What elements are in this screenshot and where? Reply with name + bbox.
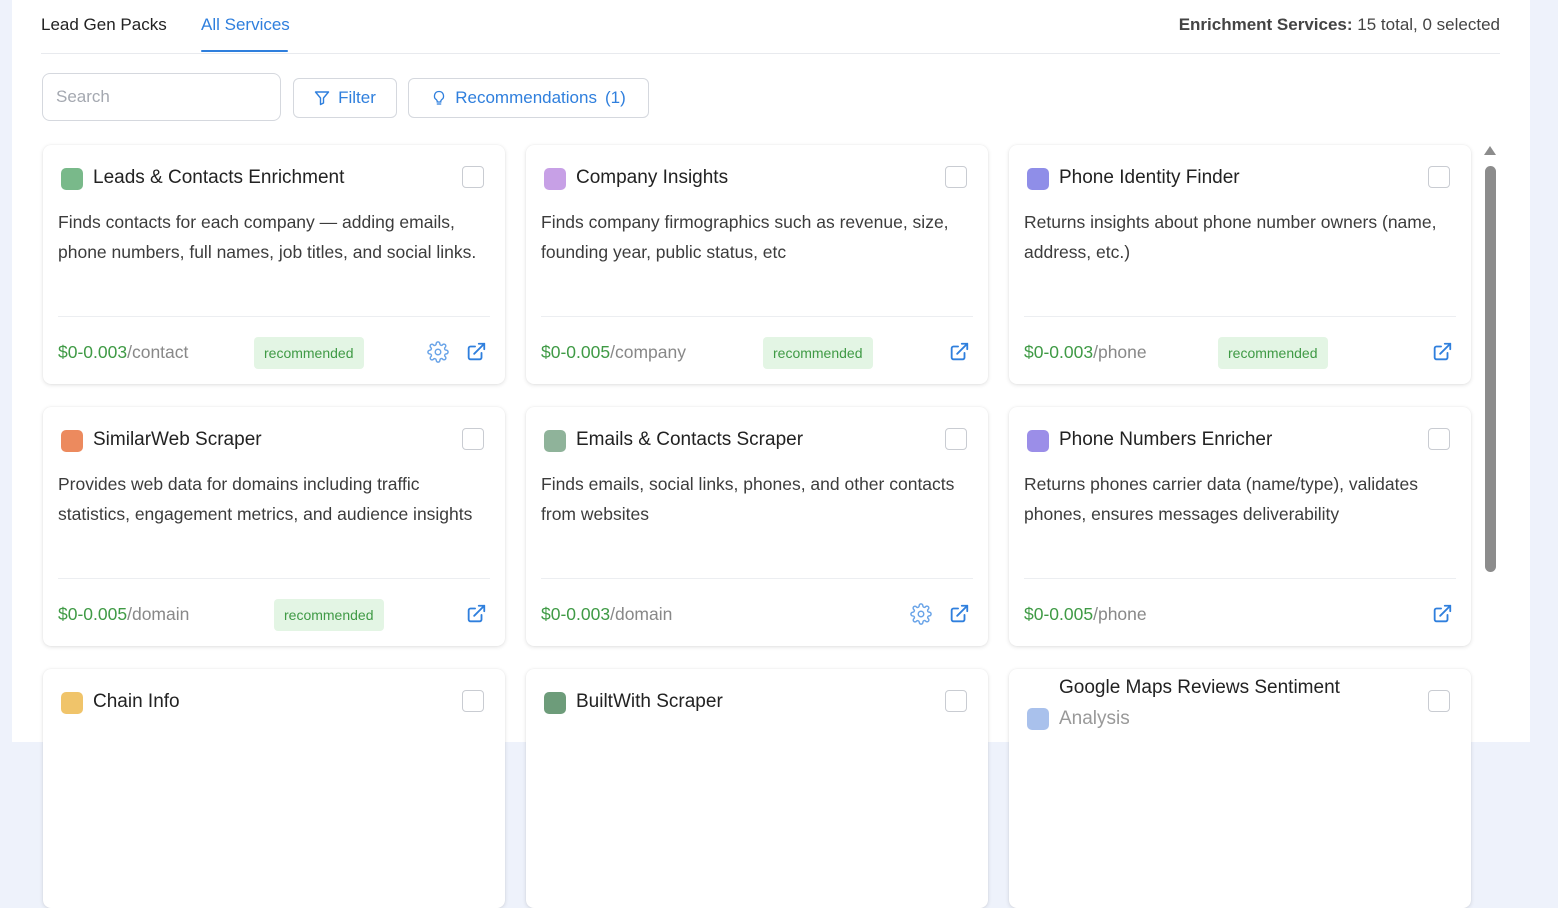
select-checkbox[interactable] <box>945 690 967 712</box>
service-price: $0-0.005/phone <box>1024 604 1147 625</box>
price-unit: /company <box>610 342 686 362</box>
card-divider <box>58 316 490 317</box>
scroll-up-arrow[interactable] <box>1484 146 1496 155</box>
select-checkbox[interactable] <box>945 428 967 450</box>
price-unit: /domain <box>127 604 190 624</box>
tab-lead-gen-packs[interactable]: Lead Gen Packs <box>41 15 167 35</box>
recommended-badge: recommended <box>274 599 384 631</box>
summary-label: Enrichment Services: <box>1178 15 1353 34</box>
external-link-icon[interactable] <box>948 341 970 363</box>
chain-icon <box>61 692 83 714</box>
external-link-icon[interactable] <box>465 603 487 625</box>
service-description: Finds company firmographics such as reve… <box>541 212 949 262</box>
price-unit: /phone <box>1093 342 1147 362</box>
recommendations-count: (1) <box>604 88 626 107</box>
service-title: Google Maps Reviews Sentiment <box>1059 677 1340 698</box>
service-description: Provides web data for domains including … <box>58 474 473 524</box>
price-amount: $0-0.005 <box>541 342 611 362</box>
service-description: Returns insights about phone number owne… <box>1024 212 1437 262</box>
email-icon <box>544 430 566 452</box>
filter-label: Filter <box>338 88 376 107</box>
service-card[interactable]: Company Insights Finds company firmograph… <box>526 145 988 384</box>
service-card[interactable]: Google Maps Reviews Sentiment Analysis <box>1009 669 1471 908</box>
service-card[interactable]: Emails & Contacts Scraper Finds emails, s… <box>526 407 988 646</box>
services-panel: Lead Gen Packs All Services Enrichment S… <box>12 0 1530 908</box>
service-description: Returns phones carrier data (name/type),… <box>1024 474 1418 524</box>
active-tab-indicator <box>201 50 288 52</box>
search-input[interactable] <box>42 73 281 121</box>
price-unit: /domain <box>610 604 673 624</box>
external-link-icon[interactable] <box>1431 603 1453 625</box>
recommended-badge: recommended <box>254 337 364 369</box>
service-price: $0-0.003/domain <box>541 604 672 625</box>
card-divider <box>1024 578 1456 579</box>
filter-button[interactable]: Filter <box>293 78 397 118</box>
leads-icon <box>61 168 83 190</box>
select-checkbox[interactable] <box>462 690 484 712</box>
service-title: Chain Info <box>93 691 180 712</box>
service-title: Emails & Contacts Scraper <box>576 429 804 450</box>
lightbulb-icon <box>434 90 445 105</box>
service-description: Finds contacts for each company — adding… <box>58 212 477 262</box>
service-card[interactable]: Phone Identity Finder Returns insights ab… <box>1009 145 1471 384</box>
select-checkbox[interactable] <box>1428 690 1450 712</box>
price-unit: /contact <box>127 342 189 362</box>
service-title: SimilarWeb Scraper <box>93 429 262 450</box>
price-amount: $0-0.003 <box>58 342 128 362</box>
select-checkbox[interactable] <box>1428 166 1450 188</box>
builtwith-icon <box>544 692 566 714</box>
scrollbar-thumb[interactable] <box>1485 166 1496 572</box>
price-unit: /phone <box>1093 604 1147 624</box>
summary-value: 15 total, 0 selected <box>1357 15 1500 34</box>
select-checkbox[interactable] <box>945 166 967 188</box>
service-title-line2: Analysis <box>1059 708 1130 729</box>
phone-icon <box>1027 430 1049 452</box>
service-title: Leads & Contacts Enrichment <box>93 167 345 188</box>
service-price: $0-0.005/company <box>541 342 686 363</box>
similarweb-icon <box>61 430 83 452</box>
recommendations-label: Recommendations <box>455 88 597 107</box>
service-card[interactable]: Phone Numbers Enricher Returns phones car… <box>1009 407 1471 646</box>
service-title: Phone Numbers Enricher <box>1059 429 1273 450</box>
price-amount: $0-0.003 <box>1024 342 1094 362</box>
service-card[interactable]: Leads & Contacts Enrichment Finds contact… <box>43 145 505 384</box>
service-card[interactable]: Chain Info <box>43 669 505 908</box>
service-title: Company Insights <box>576 167 729 188</box>
external-link-icon[interactable] <box>1431 341 1453 363</box>
recommended-badge: recommended <box>1218 337 1328 369</box>
settings-gear-icon[interactable] <box>427 341 449 363</box>
bulb-icon <box>544 168 566 190</box>
service-title: Phone Identity Finder <box>1059 167 1240 188</box>
select-checkbox[interactable] <box>462 166 484 188</box>
external-link-icon[interactable] <box>948 603 970 625</box>
recommended-badge: recommended <box>763 337 873 369</box>
phone-id-icon <box>1027 168 1049 190</box>
price-amount: $0-0.003 <box>541 604 611 624</box>
recommendations-button[interactable]: Recommendations (1) <box>408 78 649 118</box>
select-checkbox[interactable] <box>462 428 484 450</box>
external-link-icon[interactable] <box>465 341 487 363</box>
service-card[interactable]: SimilarWeb Scraper Provides web data for … <box>43 407 505 646</box>
service-price: $0-0.005/domain <box>58 604 189 625</box>
price-amount: $0-0.005 <box>1024 604 1094 624</box>
price-amount: $0-0.005 <box>58 604 128 624</box>
card-divider <box>541 578 973 579</box>
filter-icon <box>314 91 330 106</box>
select-checkbox[interactable] <box>1428 428 1450 450</box>
card-divider <box>1024 316 1456 317</box>
service-price: $0-0.003/contact <box>58 342 188 363</box>
tab-bar: Lead Gen Packs All Services Enrichment S… <box>41 0 1500 54</box>
settings-gear-icon[interactable] <box>910 603 932 625</box>
maps-sentiment-icon <box>1027 708 1049 730</box>
service-price: $0-0.003/phone <box>1024 342 1147 363</box>
service-card[interactable]: BuiltWith Scraper <box>526 669 988 908</box>
tab-all-services[interactable]: All Services <box>201 15 290 35</box>
card-divider <box>541 316 973 317</box>
service-title: BuiltWith Scraper <box>576 691 723 712</box>
service-description: Finds emails, social links, phones, and … <box>541 474 955 524</box>
services-summary: Enrichment Services: 15 total, 0 selecte… <box>1179 15 1500 35</box>
card-divider <box>58 578 490 579</box>
